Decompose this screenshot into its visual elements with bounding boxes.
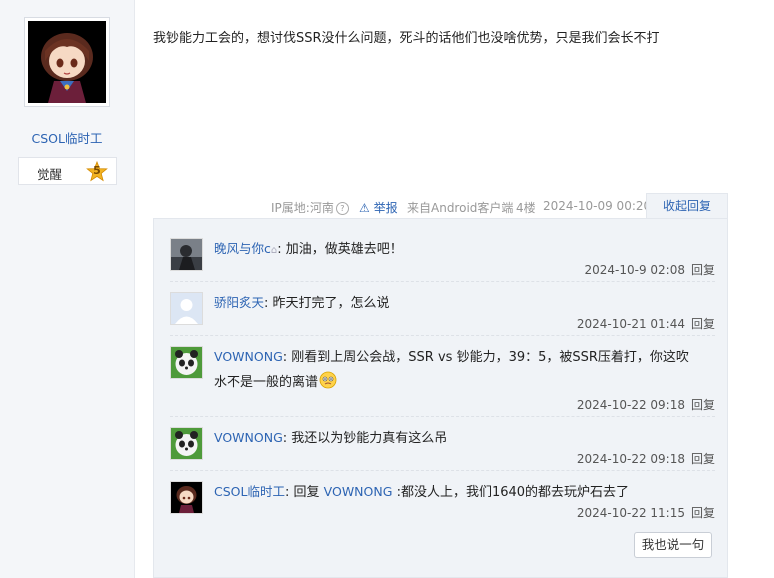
reply-link[interactable]: 回复 (691, 506, 715, 520)
reply-target-username[interactable]: VOWNONG (324, 484, 393, 499)
comment-username[interactable]: 晚风与你c (214, 241, 271, 256)
comment-avatar[interactable] (170, 481, 203, 514)
reply-prefix: 回复 (293, 485, 320, 500)
collapse-replies-button[interactable]: 收起回复 (646, 193, 728, 218)
divider (170, 416, 715, 417)
comment-text: 加油，做英雄去吧！ (285, 242, 403, 257)
comment-text: 昨天打完了，怎么说 (272, 296, 390, 311)
comment-body: VOWNONG: 刚看到上周公会战，SSR vs 钞能力，39：5，被SSR压着… (214, 344, 714, 395)
comment-meta: 2024-10-21 01:44 回复 (577, 315, 715, 332)
badge-level-number: 5 (93, 164, 101, 177)
warning-icon: ⚠ (359, 201, 370, 215)
comment-time: 2024-10-22 11:15 (576, 506, 685, 520)
comment-text: :都没人上，我们1640的都去玩炉石去了 (396, 485, 630, 500)
comment-username[interactable]: VOWNONG (214, 349, 283, 364)
report-link[interactable]: ⚠ 举报 (359, 199, 398, 216)
comment-meta: 2024-10-22 09:18 回复 (577, 450, 715, 467)
emoji-icon (319, 371, 337, 389)
colon: : (284, 485, 290, 500)
comment-meta: 2024-10-9 02:08 回复 (584, 261, 715, 278)
author-sidebar: CSOL临时工 觉醒 5 (0, 0, 135, 578)
colon: : (282, 431, 288, 446)
level-star-icon: 5 (86, 161, 108, 183)
reply-link[interactable]: 回复 (691, 452, 715, 466)
author-username[interactable]: CSOL临时工 (0, 128, 134, 147)
comment-time: 2024-10-21 01:44 (576, 317, 685, 331)
add-comment-button[interactable]: 我也说一句 (634, 532, 712, 558)
comment-text-continued: 水不是一般的离谱 (214, 375, 319, 390)
ip-location: IP属地:河南? (271, 199, 349, 216)
comment-meta: 2024-10-22 09:18 回复 (577, 396, 715, 413)
comment-body: VOWNONG: 我还以为钞能力真有这么吊 (214, 425, 714, 451)
help-icon[interactable]: ? (335, 202, 349, 215)
comment-username[interactable]: CSOL临时工 (214, 484, 285, 499)
comment-body: 骄阳炙天: 昨天打完了，怎么说 (214, 290, 714, 316)
post-source: 来自Android客户端 (407, 201, 514, 215)
comment-avatar[interactable] (170, 427, 203, 460)
floor-number: 4楼 (516, 201, 536, 215)
post-content: 我钞能力工会的，想讨伐SSR没什么问题，死斗的话他们也没啥优势，只是我们会长不打 (153, 31, 660, 46)
reply-link[interactable]: 回复 (691, 263, 715, 277)
comment-list: 晚风与你c⌂: 加油，做英雄去吧！ 2024-10-9 02:08 回复 骄阳炙天… (153, 218, 728, 578)
divider (170, 281, 715, 282)
badge-label: 觉醒 (37, 167, 63, 182)
colon: : (264, 296, 269, 311)
comment-body: 晚风与你c⌂: 加油，做英雄去吧！ (214, 236, 714, 263)
member-badge[interactable]: 觉醒 5 (18, 157, 117, 185)
author-avatar[interactable] (24, 17, 110, 107)
reply-link[interactable]: 回复 (691, 398, 715, 412)
post-meta-bar: IP属地:河南? ⚠ 举报 来自Android客户端 4楼 2024-10-09… (153, 193, 651, 218)
ip-location-text: IP属地:河南 (271, 201, 334, 215)
comment-body: CSOL临时工: 回复 VOWNONG :都没人上，我们1640的都去玩炉石去了 (214, 479, 714, 505)
comment-avatar[interactable] (170, 292, 203, 325)
comment-username[interactable]: 骄阳炙天 (214, 295, 264, 310)
colon: : (277, 242, 282, 257)
comment-time: 2024-10-9 02:08 (584, 263, 685, 277)
report-text: 举报 (373, 201, 398, 215)
divider (170, 335, 715, 336)
comment-time: 2024-10-22 09:18 (576, 398, 685, 412)
comment-avatar[interactable] (170, 346, 203, 379)
comment-username[interactable]: VOWNONG (214, 430, 283, 445)
divider (170, 470, 715, 471)
comment-text: 我还以为钞能力真有这么吊 (291, 431, 448, 446)
comment-meta: 2024-10-22 11:15 回复 (577, 504, 715, 521)
comment-avatar[interactable] (170, 238, 203, 271)
comment-text: 刚看到上周公会战，SSR vs 钞能力，39：5，被SSR压着打，你这吹 (291, 350, 689, 365)
post-time: 2024-10-09 00:20 (543, 199, 652, 213)
reply-link[interactable]: 回复 (691, 317, 715, 331)
colon: : (282, 350, 288, 365)
comment-time: 2024-10-22 09:18 (576, 452, 685, 466)
